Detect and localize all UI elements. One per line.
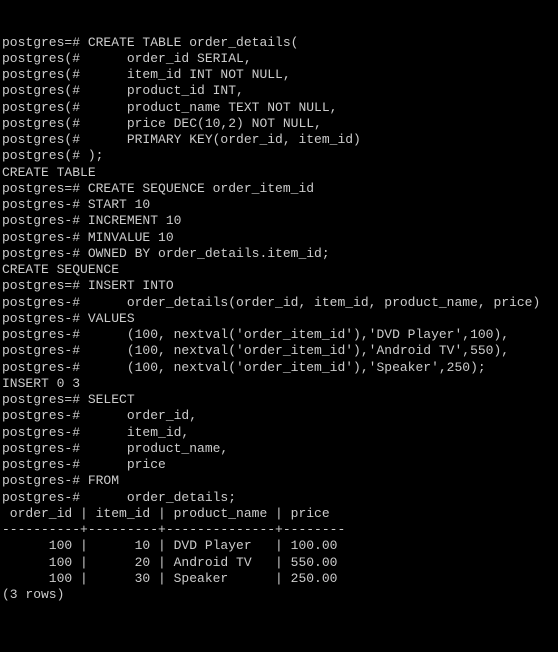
line: CREATE SEQUENCE [2, 262, 119, 277]
line: postgres-# product_name, [2, 441, 228, 456]
line: postgres-# order_id, [2, 408, 197, 423]
line: postgres(# price DEC(10,2) NOT NULL, [2, 116, 322, 131]
line: postgres-# INCREMENT 10 [2, 213, 181, 228]
line: postgres-# FROM [2, 473, 119, 488]
line: postgres=# CREATE SEQUENCE order_item_id [2, 181, 314, 196]
line: 100 | 10 | DVD Player | 100.00 [2, 538, 337, 553]
line: 100 | 20 | Android TV | 550.00 [2, 555, 337, 570]
line: INSERT 0 3 [2, 376, 80, 391]
terminal-output[interactable]: postgres=# CREATE TABLE order_details( p… [2, 35, 558, 604]
line: postgres(# item_id INT NOT NULL, [2, 67, 291, 82]
line: postgres-# price [2, 457, 166, 472]
line: 100 | 30 | Speaker | 250.00 [2, 571, 337, 586]
line: postgres-# MINVALUE 10 [2, 230, 174, 245]
line: (3 rows) [2, 587, 64, 602]
line: postgres=# INSERT INTO [2, 278, 174, 293]
line: postgres(# order_id SERIAL, [2, 51, 252, 66]
line: postgres-# (100, nextval('order_item_id'… [2, 327, 509, 342]
line: postgres-# OWNED BY order_details.item_i… [2, 246, 330, 261]
line: CREATE TABLE [2, 165, 96, 180]
line: postgres=# SELECT [2, 392, 135, 407]
line: postgres-# item_id, [2, 425, 189, 440]
line: postgres(# product_name TEXT NOT NULL, [2, 100, 337, 115]
line: postgres(# product_id INT, [2, 83, 244, 98]
line: order_id | item_id | product_name | pric… [2, 506, 330, 521]
line: ----------+---------+--------------+----… [2, 522, 345, 537]
line: postgres-# START 10 [2, 197, 150, 212]
line: postgres(# PRIMARY KEY(order_id, item_id… [2, 132, 361, 147]
line: postgres-# order_details(order_id, item_… [2, 295, 540, 310]
line: postgres(# ); [2, 148, 103, 163]
line: postgres=# CREATE TABLE order_details( [2, 35, 298, 50]
line: postgres-# (100, nextval('order_item_id'… [2, 360, 486, 375]
line: postgres-# order_details; [2, 490, 236, 505]
line: postgres-# (100, nextval('order_item_id'… [2, 343, 509, 358]
line: postgres-# VALUES [2, 311, 135, 326]
